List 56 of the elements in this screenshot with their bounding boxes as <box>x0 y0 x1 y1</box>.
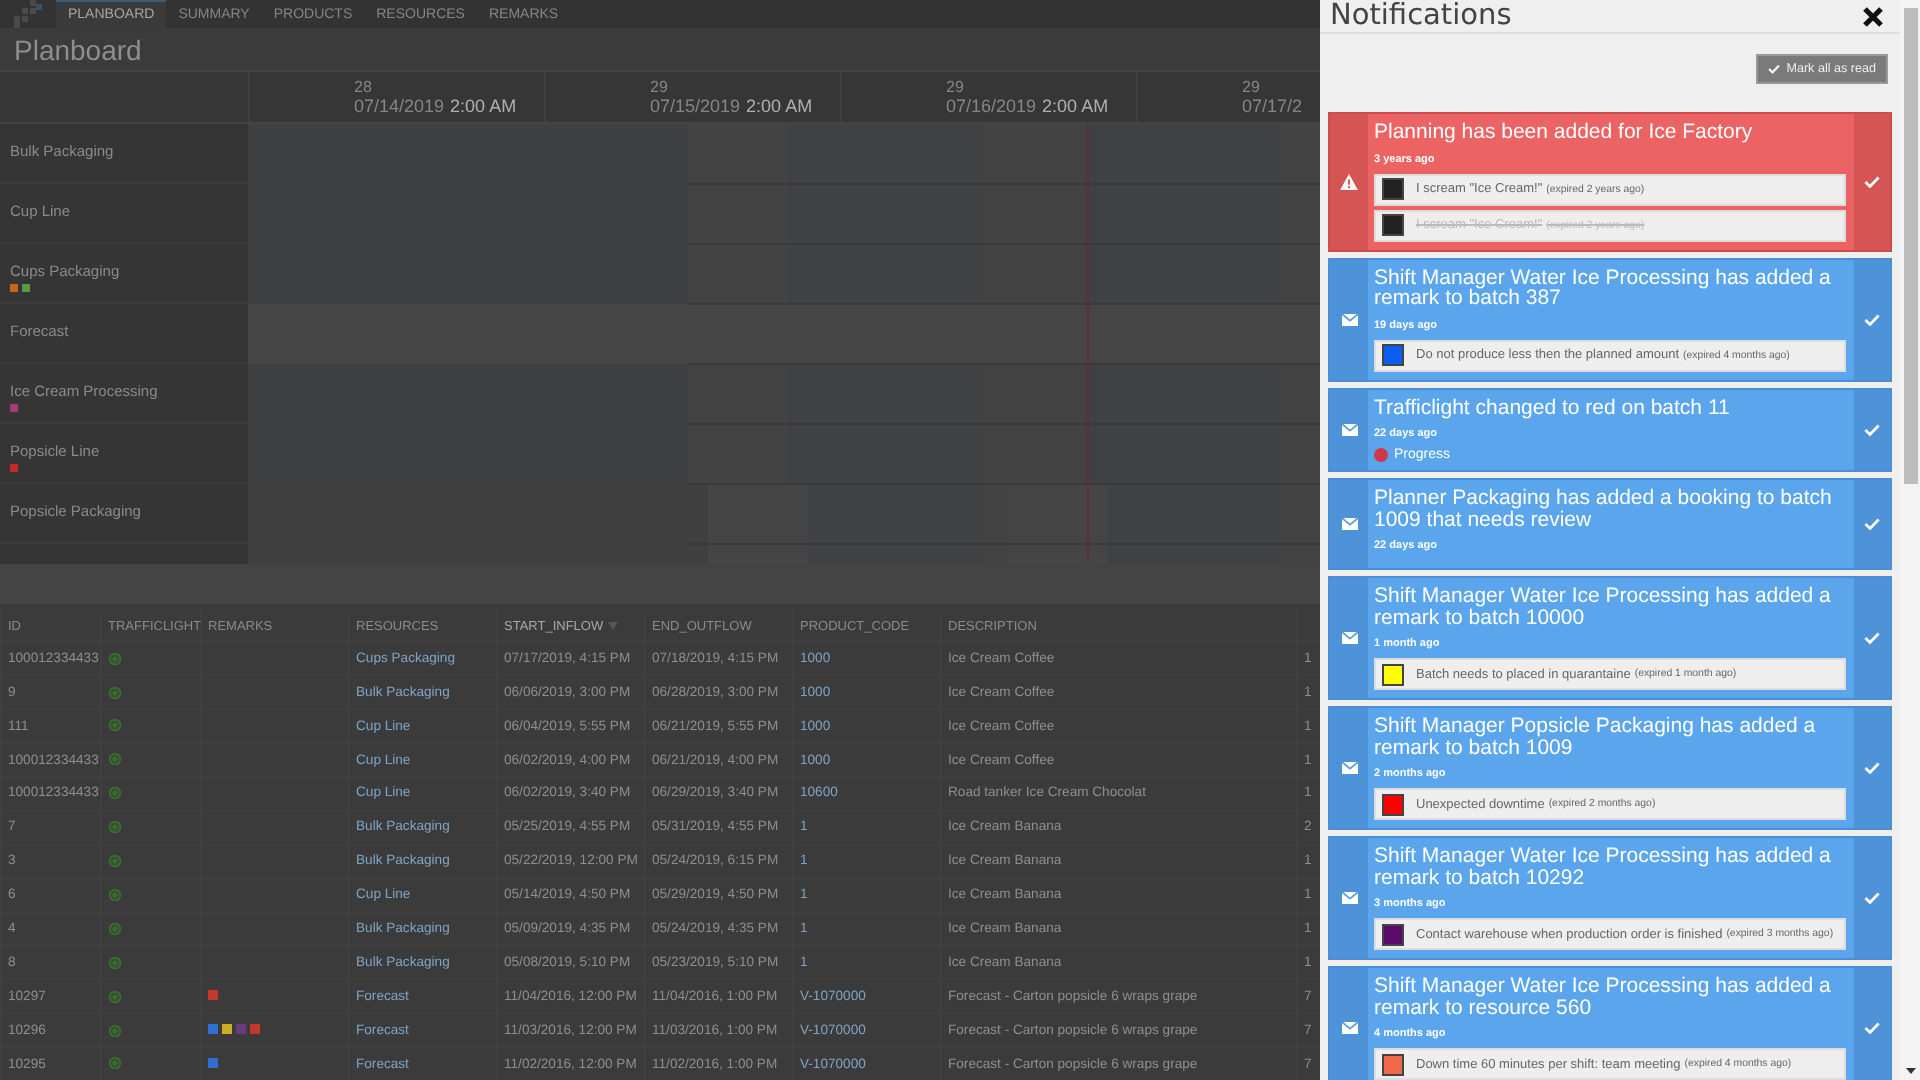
notification-title: Planning has been added for Ice Factory <box>1374 122 1755 143</box>
close-icon <box>1862 5 1884 27</box>
mark-read-button[interactable] <box>1864 762 1880 774</box>
panel-title: Notifications <box>1330 0 1512 32</box>
trafficlight-icon <box>108 854 122 869</box>
envelope-icon <box>1341 423 1357 436</box>
trafficlight-icon <box>108 786 122 801</box>
mark-read-button[interactable] <box>1864 632 1880 644</box>
envelope-icon <box>1341 762 1357 774</box>
notification-title: Shift Manager Water Ice Processing has added a remark to batch 10000 <box>1374 586 1833 628</box>
timeline-date: 07/14/2019 <box>354 96 445 117</box>
timeline-day: 29 <box>1242 78 1320 97</box>
trafficlight-icon <box>108 989 122 1004</box>
scrollbar-thumb[interactable] <box>1903 8 1917 484</box>
timeline-day: 29 <box>946 78 1136 97</box>
scroll-down-icon[interactable] <box>1905 1068 1915 1074</box>
trafficlight-icon <box>108 921 122 936</box>
notification-title: Shift Manager Water Ice Processing has added a remark to batch 387 <box>1374 267 1833 309</box>
mark-read-button[interactable] <box>1864 892 1880 904</box>
sort-caret-icon <box>607 621 618 630</box>
close-button[interactable] <box>1862 5 1884 27</box>
mark-read-button[interactable] <box>1864 313 1880 325</box>
timeline-day: 29 <box>650 78 840 97</box>
trafficlight-icon <box>108 1056 122 1071</box>
mark-read-button[interactable] <box>1864 423 1880 436</box>
trafficlight-icon <box>108 752 122 767</box>
timeline-time: 2:00 AM <box>450 96 517 117</box>
mark-read-button[interactable] <box>1864 518 1880 530</box>
envelope-icon <box>1341 1022 1357 1034</box>
mark-read-button[interactable] <box>1864 1022 1880 1034</box>
trafficlight-icon <box>108 820 122 835</box>
notification-title: Trafficlight changed to red on batch 11 <box>1374 397 1732 418</box>
timeline-time: 2:00 AM <box>746 96 813 117</box>
envelope-icon <box>1341 313 1357 325</box>
trafficlight-icon <box>108 955 122 970</box>
notification-title: Shift Manager Popsicle Packaging has added a remark to batch 1009 <box>1374 716 1818 758</box>
trafficlight-icon <box>108 685 122 700</box>
timeline-day: 28 <box>354 78 544 97</box>
trafficlight-icon <box>108 1023 122 1037</box>
envelope-icon <box>1341 518 1357 530</box>
envelope-icon <box>1341 632 1357 644</box>
notification-title: Planner Packaging has added a booking to batch 1009 that needs review <box>1374 488 1834 530</box>
check-icon <box>1768 64 1781 74</box>
trafficlight-icon <box>108 718 122 733</box>
envelope-icon <box>1341 892 1357 904</box>
mark-read-button[interactable] <box>1864 175 1880 188</box>
timeline-time: 2:00 AM <box>1042 96 1109 117</box>
timeline-date: 07/17/2 <box>1242 96 1303 117</box>
warning-icon <box>1340 173 1358 190</box>
timeline-date: 07/15/2019 <box>650 96 741 117</box>
trafficlight-icon <box>108 887 122 902</box>
timeline-date: 07/16/2019 <box>946 96 1037 117</box>
trafficlight-icon <box>108 651 122 666</box>
notification-title: Shift Manager Water Ice Processing has added a remark to batch 10292 <box>1374 846 1833 888</box>
logo-icon <box>14 0 42 29</box>
notification-title: Shift Manager Water Ice Processing has added a remark to resource 560 <box>1374 976 1833 1018</box>
